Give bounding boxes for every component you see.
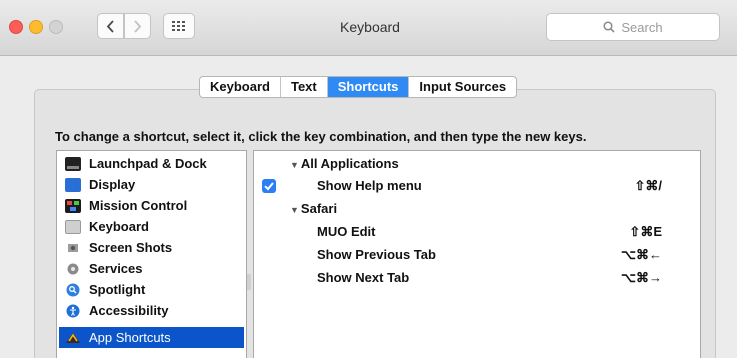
instruction-text: To change a shortcut, select it, click t… <box>55 129 587 144</box>
group-safari[interactable]: ▼ Safari <box>254 198 700 220</box>
checkbox-show-help-menu[interactable] <box>262 179 276 193</box>
services-gear-icon <box>65 262 81 276</box>
category-label: App Shortcuts <box>89 330 171 345</box>
search-placeholder: Search <box>621 19 663 35</box>
zoom-window-button[interactable] <box>49 20 63 34</box>
category-screen-shots[interactable]: Screen Shots <box>59 237 244 258</box>
category-services[interactable]: Services <box>59 258 244 279</box>
shortcut-row-show-help-menu[interactable]: Show Help menu ⇧⌘/ <box>254 175 700 197</box>
search-field[interactable]: Search <box>546 13 720 41</box>
category-label: Display <box>89 177 136 192</box>
category-mission-control[interactable]: Mission Control <box>59 195 244 216</box>
category-label: Keyboard <box>89 219 149 234</box>
chevron-left-icon <box>106 19 114 33</box>
window-title: Keyboard <box>340 19 400 35</box>
shortcut-key[interactable]: ⇧⌘/ <box>634 178 662 194</box>
back-button[interactable] <box>97 13 124 39</box>
tab-bar: Keyboard Text Shortcuts Input Sources <box>199 76 518 98</box>
shortcut-key[interactable]: ⌥⌘→ <box>621 270 662 286</box>
split-divider-handle[interactable] <box>247 274 251 290</box>
shortcut-list: ▼ All Applications Show Help menu ⇧⌘/ ▼ Sa… <box>253 150 701 358</box>
shortcut-key[interactable]: ⌥⌘← <box>621 247 662 263</box>
category-keyboard[interactable]: Keyboard <box>59 216 244 237</box>
category-display[interactable]: Display <box>59 174 244 195</box>
category-label: Screen Shots <box>89 240 173 255</box>
app-shortcuts-icon <box>65 331 81 345</box>
shortcut-row-muo-edit[interactable]: MUO Edit ⇧⌘E <box>254 221 700 243</box>
shortcut-row-show-previous-tab[interactable]: Show Previous Tab ⌥⌘← <box>254 244 700 266</box>
mission-control-icon <box>65 198 81 213</box>
grid-icon <box>172 21 185 31</box>
preferences-window: Keyboard Search Keyboard Text Shortcuts … <box>0 0 737 358</box>
category-accessibility[interactable]: Accessibility <box>59 300 244 321</box>
shortcut-label: Show Help menu <box>317 178 422 193</box>
display-icon <box>65 177 81 192</box>
accessibility-icon <box>65 304 81 318</box>
search-icon <box>603 21 615 33</box>
tab-text[interactable]: Text <box>281 77 328 97</box>
tab-shortcuts[interactable]: Shortcuts <box>327 77 410 97</box>
shortcut-label: Show Next Tab <box>317 270 410 285</box>
checkmark-icon <box>264 182 274 191</box>
shortcut-row-show-next-tab[interactable]: Show Next Tab ⌥⌘→ <box>254 267 700 289</box>
forward-button[interactable] <box>124 13 151 39</box>
category-list: Launchpad & Dock Display Mission Control… <box>56 150 247 358</box>
shortcut-label: Show Previous Tab <box>317 247 436 262</box>
category-label: Launchpad & Dock <box>89 156 207 171</box>
group-label: All Applications <box>300 156 399 171</box>
tab-keyboard[interactable]: Keyboard <box>200 77 281 97</box>
screenshots-icon <box>65 241 81 255</box>
chevron-right-icon <box>134 19 142 33</box>
spotlight-icon <box>65 283 81 297</box>
category-label: Spotlight <box>89 282 146 297</box>
shortcut-key[interactable]: ⇧⌘E <box>629 224 662 240</box>
minimize-window-button[interactable] <box>29 20 43 34</box>
launchpad-dock-icon <box>65 156 81 171</box>
disclosure-triangle-icon[interactable]: ▼ <box>290 205 299 215</box>
group-all-applications[interactable]: ▼ All Applications <box>254 153 700 175</box>
category-app-shortcuts[interactable]: App Shortcuts <box>59 327 244 348</box>
title-bar: Keyboard Search <box>0 0 737 56</box>
show-all-button[interactable] <box>163 13 195 39</box>
category-label: Accessibility <box>89 303 169 318</box>
category-label: Mission Control <box>89 198 188 213</box>
keyboard-icon <box>65 219 81 234</box>
group-label: Safari <box>300 201 338 216</box>
disclosure-triangle-icon[interactable]: ▼ <box>290 160 299 170</box>
category-spotlight[interactable]: Spotlight <box>59 279 244 300</box>
close-window-button[interactable] <box>9 20 23 34</box>
tab-input-sources[interactable]: Input Sources <box>409 77 516 97</box>
shortcut-label: MUO Edit <box>317 224 376 239</box>
category-launchpad-dock[interactable]: Launchpad & Dock <box>59 153 244 174</box>
category-label: Services <box>89 261 143 276</box>
